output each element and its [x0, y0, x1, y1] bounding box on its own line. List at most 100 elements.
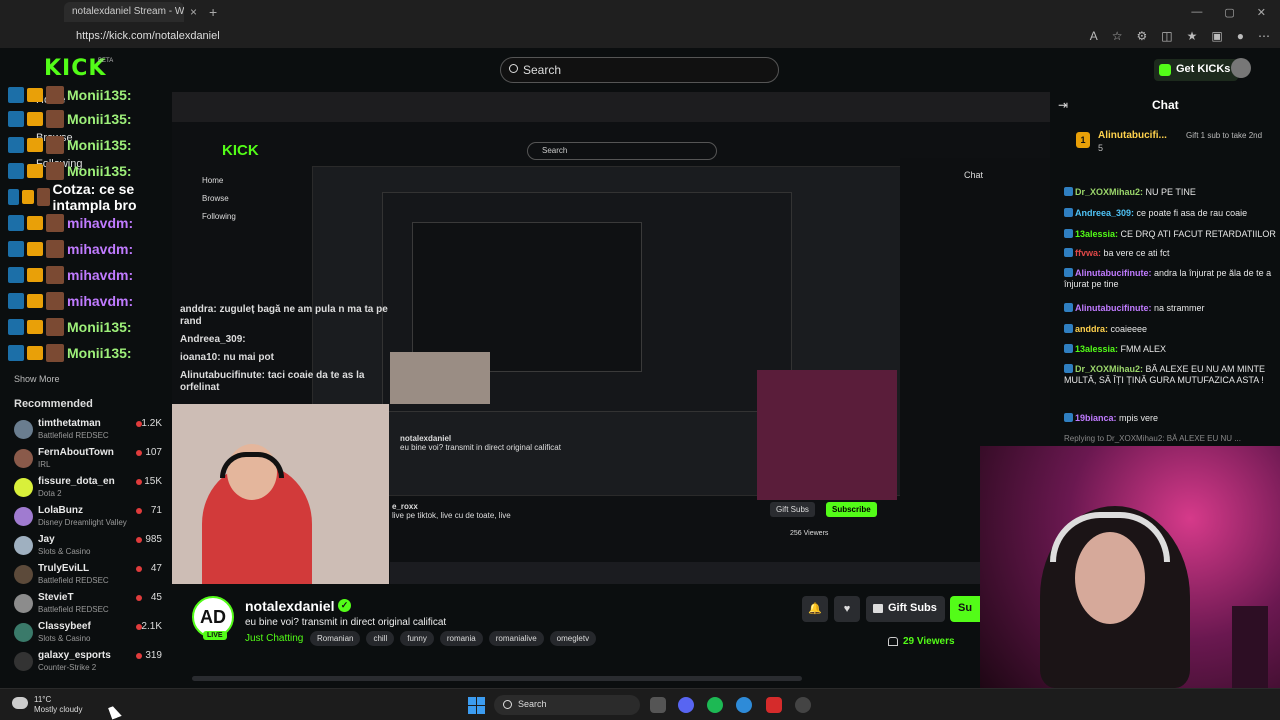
chat-username[interactable]: 13alessia:	[1075, 229, 1121, 239]
channel-category: Dota 2	[38, 489, 62, 498]
recommended-channel[interactable]: fissure_dota_en Dota 2 15K	[14, 476, 164, 504]
chat-username[interactable]: ffvwa:	[1075, 248, 1104, 258]
edge-icon[interactable]	[736, 697, 752, 713]
tag[interactable]: romania	[439, 631, 483, 646]
chat-message: Dr_XOXMihau2: NU PE TINE	[1064, 187, 1276, 198]
overlay-chat-text: Monii135:	[67, 111, 132, 127]
crown-icon	[27, 268, 43, 282]
favorite-star-icon[interactable]: ☆	[1112, 29, 1123, 43]
weather-description[interactable]: Mostly cloudy	[34, 705, 82, 714]
url-field[interactable]: https://kick.com/notalexdaniel	[76, 30, 220, 42]
tag[interactable]: chill	[366, 631, 395, 646]
stream-info: AD LIVE notalexdaniel ✓ eu bine voi? tra…	[172, 584, 982, 688]
recommended-channel[interactable]: timthetatman Battlefield REDSEC 1.2K	[14, 418, 164, 446]
windows-start-icon[interactable]	[468, 697, 485, 714]
app-icon[interactable]	[766, 697, 782, 713]
chat-badge-icon	[1064, 229, 1073, 238]
category-link[interactable]: Just Chatting	[245, 633, 303, 644]
tag[interactable]: romanialive	[488, 631, 544, 646]
weather-cloud-icon[interactable]	[12, 697, 28, 709]
chat-text: na strammer	[1154, 303, 1205, 313]
overlay-chat-line: Monii135:	[8, 134, 132, 156]
close-window-icon[interactable]: ✕	[1257, 6, 1266, 19]
tag[interactable]: Romanian	[310, 631, 361, 646]
channel-category: Slots & Casino	[38, 547, 91, 556]
horizontal-scrollbar[interactable]	[192, 676, 802, 681]
live-dot-icon	[136, 566, 142, 572]
collapse-chat-icon[interactable]: ⇥	[1058, 98, 1068, 112]
chat-text: mpis vere	[1119, 413, 1159, 423]
chat-message: 13alessia: CE DRQ ATI FACUT RETARDATIILO…	[1064, 229, 1276, 240]
tag[interactable]: omegletv	[549, 631, 597, 646]
left-sidebar: Home Browse Following Monii135:Monii135:…	[0, 86, 172, 688]
notification-bell-button[interactable]: 🔔	[802, 596, 828, 622]
get-kicks-button[interactable]: Get KICKs	[1154, 59, 1239, 81]
user-avatar[interactable]	[1231, 58, 1251, 78]
weather-temperature[interactable]: 11°C	[34, 695, 51, 704]
kicks-icon	[1159, 64, 1171, 76]
recommended-channel[interactable]: galaxy_esports Counter-Strike 2 319	[14, 650, 164, 678]
beta-label: BETA	[98, 58, 114, 64]
chat-username[interactable]: Dr_XOXMihau2:	[1075, 187, 1146, 197]
chat-username[interactable]: Dr_XOXMihau2:	[1075, 364, 1146, 374]
new-tab-icon[interactable]: +	[209, 4, 217, 20]
chat-username[interactable]: Alinutabucifinute:	[1075, 303, 1154, 313]
pinned-gift-info: Gift 1 sub to take 2nd	[1186, 131, 1263, 140]
more-icon[interactable]: ⋯	[1258, 29, 1270, 43]
recommended-channel[interactable]: StevieT Battlefield REDSEC 45	[14, 592, 164, 620]
subscribe-button[interactable]: Su	[950, 596, 982, 622]
overlay-chat-line: Monii135:	[8, 316, 132, 338]
chat-badge-icon	[1064, 413, 1073, 422]
spotify-icon[interactable]	[707, 697, 723, 713]
overlay-chat-line: Monii135:	[8, 342, 132, 364]
favorites-icon[interactable]: ★	[1187, 29, 1198, 43]
streamer-name[interactable]: notalexdaniel	[245, 598, 334, 614]
taskbar-search[interactable]: Search	[494, 695, 640, 715]
chat-username[interactable]: Andreea_309:	[1075, 208, 1137, 218]
overlay-chat-text: Monii135:	[67, 319, 132, 335]
search-input[interactable]: Search	[500, 57, 779, 83]
profile-icon[interactable]: ●	[1237, 29, 1244, 43]
recommended-channel[interactable]: LolaBunz Disney Dreamlight Valley 71	[14, 505, 164, 533]
pinned-gifter[interactable]: 1 Alinutabucifi... 5 Gift 1 sub to take …	[1072, 128, 1272, 156]
channel-viewers: 71	[150, 505, 162, 516]
close-tab-icon[interactable]: ×	[190, 5, 197, 19]
emote-icon	[46, 110, 64, 128]
read-aloud-icon[interactable]: A	[1090, 29, 1098, 43]
extensions-icon[interactable]: ⚙	[1137, 29, 1148, 43]
follow-button[interactable]: ♥	[834, 596, 860, 622]
gift-subs-button[interactable]: Gift Subs	[866, 596, 945, 622]
chat-username[interactable]: Alinutabucifinute:	[1075, 268, 1154, 278]
chat-username[interactable]: 13alessia:	[1075, 344, 1121, 354]
site-header: KICK BETA Search Get KICKs	[0, 48, 1280, 92]
discord-icon[interactable]	[678, 697, 694, 713]
recommended-channel[interactable]: FernAboutTown IRL 107	[14, 447, 164, 475]
inner-channel-name: e_roxx	[392, 502, 418, 511]
get-kicks-label: Get KICKs	[1176, 63, 1231, 75]
channel-name: galaxy_esports	[38, 650, 111, 661]
chat-username[interactable]: 19bianca:	[1075, 413, 1119, 423]
chat-username[interactable]: anddra:	[1075, 324, 1111, 334]
recommended-channel[interactable]: Jay Slots & Casino 985	[14, 534, 164, 562]
channel-category: Disney Dreamlight Valley	[38, 518, 127, 527]
channel-viewers: 1.2K	[141, 418, 162, 429]
maximize-icon[interactable]: ▢	[1224, 6, 1234, 19]
steam-icon[interactable]	[795, 697, 811, 713]
show-more-link[interactable]: Show More	[14, 374, 60, 384]
collections-icon[interactable]: ▣	[1211, 29, 1222, 43]
tag[interactable]: funny	[400, 631, 434, 646]
viewer-count: 29 Viewers	[903, 636, 955, 647]
split-screen-icon[interactable]: ◫	[1161, 29, 1172, 43]
chat-badge-icon	[1064, 364, 1073, 373]
chat-text: NU PE TINE	[1145, 187, 1196, 197]
task-view-icon[interactable]	[650, 697, 666, 713]
video-player[interactable]: KICK Search Home Browse Following Chat e…	[172, 92, 1050, 584]
recommended-channel[interactable]: TrulyEviLL Battlefield REDSEC 47	[14, 563, 164, 591]
overlay-chat-line: mihavdm:	[8, 290, 133, 312]
overlay-chat-line: mihavdm:	[8, 212, 133, 234]
inner-stream-title: eu bine voi? transmit in direct original…	[400, 443, 561, 452]
crown-icon	[22, 190, 34, 204]
minimize-icon[interactable]: —	[1191, 6, 1202, 19]
browser-tab[interactable]: notalexdaniel Stream - Wat	[64, 2, 184, 22]
recommended-channel[interactable]: Classybeef Slots & Casino 2.1K	[14, 621, 164, 649]
